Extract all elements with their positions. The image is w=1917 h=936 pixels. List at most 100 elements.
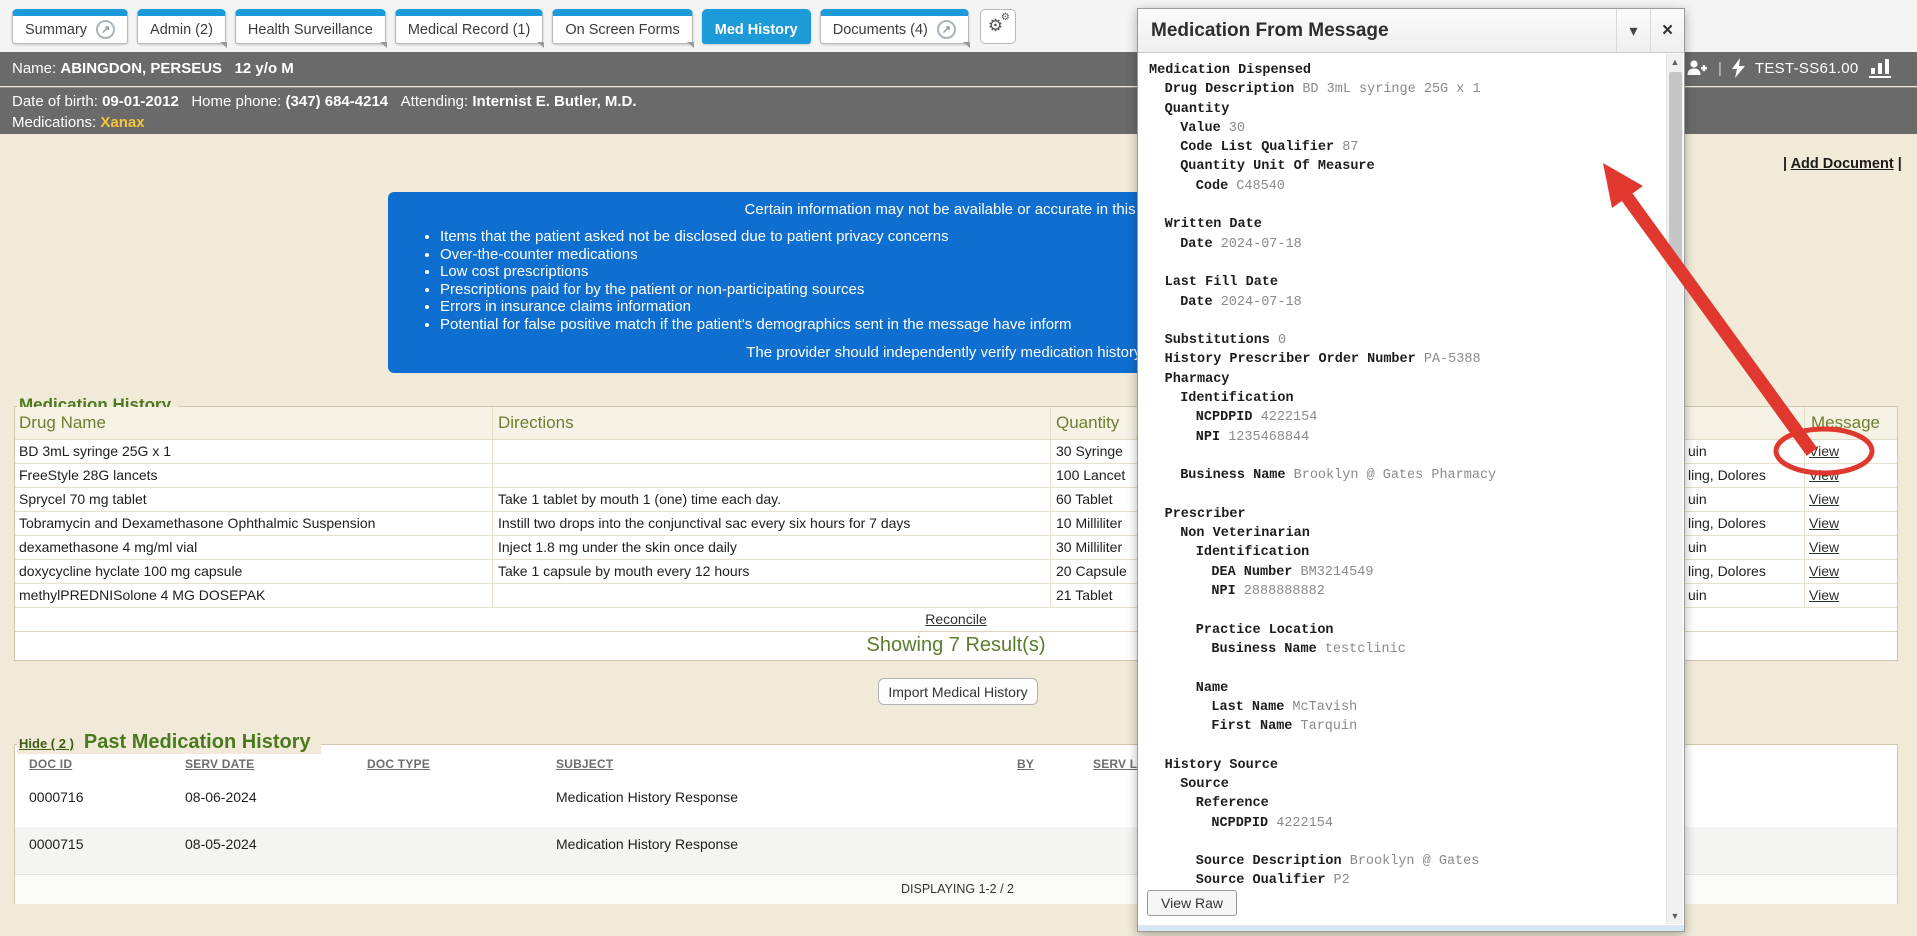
modal-text-line: Code List Qualifier 87 bbox=[1138, 140, 1666, 159]
modal-title-bar: Medication From Message ▾ × bbox=[1138, 9, 1684, 53]
doc-id-cell: 0000715 bbox=[29, 836, 84, 852]
separator: | bbox=[1718, 60, 1722, 77]
pipe: | bbox=[1894, 156, 1902, 172]
bar-chart-icon[interactable] bbox=[1869, 59, 1891, 78]
tab-documents-4[interactable]: Documents (4)↗ bbox=[820, 9, 969, 44]
modal-field-label: NPI bbox=[1196, 430, 1220, 445]
quantity-cell: 21 Tablet bbox=[1056, 587, 1113, 603]
station-id: TEST-SS61.00 bbox=[1755, 60, 1859, 77]
modal-text-line bbox=[1138, 603, 1666, 622]
add-document-link[interactable]: Add Document bbox=[1791, 156, 1894, 172]
lightning-icon[interactable] bbox=[1732, 58, 1745, 78]
past-column-header-by[interactable]: BY bbox=[1017, 757, 1034, 771]
reconcile-link[interactable]: Reconcile bbox=[925, 611, 986, 627]
tab-admin-2[interactable]: Admin (2) bbox=[137, 9, 226, 44]
tab-label: Documents (4) bbox=[833, 22, 928, 38]
modal-field-label: Code bbox=[1196, 179, 1228, 194]
modal-text-line: Source Description Brooklyn @ Gates bbox=[1138, 854, 1666, 873]
modal-body-text: Medication Dispensed Drug Description BD … bbox=[1138, 54, 1666, 883]
view-message-link[interactable]: View bbox=[1809, 515, 1839, 531]
modal-field-value: 2024-07-18 bbox=[1213, 295, 1302, 310]
modal-text-line: Name bbox=[1138, 681, 1666, 700]
modal-field-label: Substitutions bbox=[1165, 333, 1270, 348]
modal-text-line bbox=[1138, 198, 1666, 217]
modal-scrollbar[interactable]: ▲ ▼ bbox=[1666, 54, 1683, 924]
prescriber-partial-cell: uin bbox=[1688, 491, 1707, 507]
view-message-link[interactable]: View bbox=[1809, 563, 1839, 579]
tab-label: Health Surveillance bbox=[248, 22, 373, 38]
chevron-down-icon: ▾ bbox=[1629, 21, 1637, 41]
modal-close-button[interactable]: × bbox=[1650, 9, 1684, 52]
modal-field-label: Value bbox=[1180, 121, 1221, 136]
view-message-link[interactable]: View bbox=[1809, 467, 1839, 483]
dob-label: Date of birth: bbox=[12, 93, 98, 110]
modal-text-line: Drug Description BD 3mL syringe 25G x 1 bbox=[1138, 82, 1666, 101]
past-column-header-doc-id[interactable]: DOC ID bbox=[29, 757, 72, 771]
quantity-cell: 60 Tablet bbox=[1056, 491, 1113, 507]
quantity-cell: 30 Milliliter bbox=[1056, 539, 1122, 555]
modal-text-line: Last Name McTavish bbox=[1138, 700, 1666, 719]
modal-field-label: Medication Dispensed bbox=[1149, 63, 1311, 78]
view-raw-button[interactable]: View Raw bbox=[1147, 890, 1237, 916]
modal-text-line bbox=[1138, 661, 1666, 680]
directions-cell: Take 1 tablet by mouth 1 (one) time each… bbox=[498, 491, 781, 507]
prescriber-partial-cell: ling, Dolores bbox=[1688, 515, 1766, 531]
modal-field-label: Source Qualifier bbox=[1196, 873, 1326, 883]
view-message-link[interactable]: View bbox=[1809, 539, 1839, 555]
modal-text-line: Business Name Brooklyn @ Gates Pharmacy bbox=[1138, 468, 1666, 487]
modal-text-line: Reference bbox=[1138, 796, 1666, 815]
modal-field-value: C48540 bbox=[1228, 179, 1285, 194]
modal-footer: View Raw bbox=[1138, 885, 1684, 925]
medications-value[interactable]: Xanax bbox=[100, 114, 144, 131]
modal-field-value: 2888888882 bbox=[1236, 584, 1325, 599]
modal-field-label: NCPDPID bbox=[1196, 410, 1253, 425]
modal-field-label: Source Description bbox=[1196, 854, 1342, 869]
modal-text-line: Value 30 bbox=[1138, 121, 1666, 140]
modal-field-label: NPI bbox=[1211, 584, 1235, 599]
modal-text-line: Quantity Unit Of Measure bbox=[1138, 159, 1666, 178]
tab-summary[interactable]: Summary↗ bbox=[12, 9, 128, 44]
modal-field-label: History Source bbox=[1165, 758, 1278, 773]
modal-field-label: Date bbox=[1180, 237, 1212, 252]
modal-text-line: Written Date bbox=[1138, 217, 1666, 236]
tab-med-history[interactable]: Med History bbox=[702, 9, 811, 44]
past-column-header-subject[interactable]: SUBJECT bbox=[556, 757, 613, 771]
view-message-link[interactable]: View bbox=[1809, 491, 1839, 507]
column-header-message: Message bbox=[1811, 413, 1880, 433]
modal-field-label: Last Name bbox=[1211, 700, 1284, 715]
modal-text-line: Substitutions 0 bbox=[1138, 333, 1666, 352]
modal-text-line: Non Veterinarian bbox=[1138, 526, 1666, 545]
modal-text-line: Business Name testclinic bbox=[1138, 642, 1666, 661]
tab-bar: Summary↗ Admin (2) Health Surveillance Medi… bbox=[12, 9, 1016, 44]
patient-name-line: Name: ABINGDON, PERSEUS 12 y/o M bbox=[12, 60, 294, 77]
scrollbar-up-arrow[interactable]: ▲ bbox=[1667, 54, 1683, 70]
quantity-cell: 20 Capsule bbox=[1056, 563, 1127, 579]
attending-label: Attending: bbox=[401, 93, 469, 110]
tab-health-surveillance[interactable]: Health Surveillance bbox=[235, 9, 386, 44]
add-person-icon[interactable] bbox=[1686, 59, 1708, 77]
past-column-header-doc-type[interactable]: DOC TYPE bbox=[367, 757, 430, 771]
scrollbar-down-arrow[interactable]: ▼ bbox=[1667, 908, 1683, 924]
modal-field-value: Brooklyn @ Gates bbox=[1342, 854, 1480, 869]
modal-field-value: 4222154 bbox=[1253, 410, 1318, 425]
modal-text-line: Date 2024-07-18 bbox=[1138, 295, 1666, 314]
modal-bottom-strip bbox=[1138, 925, 1684, 931]
phone-value: (347) 684-4214 bbox=[286, 93, 389, 110]
tab-medical-record-1[interactable]: Medical Record (1) bbox=[395, 9, 544, 44]
import-medical-history-button[interactable]: Import Medical History bbox=[878, 678, 1038, 705]
modal-dropdown-button[interactable]: ▾ bbox=[1616, 9, 1650, 52]
past-column-header-serv-date[interactable]: SERV DATE bbox=[185, 757, 254, 771]
modal-text-line: Prescriber bbox=[1138, 507, 1666, 526]
add-document: | Add Document | bbox=[1783, 156, 1902, 172]
modal-text-line bbox=[1138, 835, 1666, 854]
modal-text-line: NCPDPID 4222154 bbox=[1138, 816, 1666, 835]
drug-name-cell: dexamethasone 4 mg/ml vial bbox=[19, 539, 197, 555]
scrollbar-thumb[interactable] bbox=[1669, 72, 1682, 267]
tab-on-screen-forms[interactable]: On Screen Forms bbox=[552, 9, 692, 44]
modal-text-line: DEA Number BM3214549 bbox=[1138, 565, 1666, 584]
settings-gear-button[interactable]: ⚙⚙ bbox=[980, 9, 1016, 44]
view-message-link[interactable]: View bbox=[1809, 443, 1839, 459]
modal-text-line bbox=[1138, 738, 1666, 757]
hide-link[interactable]: Hide ( 2 ) bbox=[19, 736, 74, 751]
view-message-link[interactable]: View bbox=[1809, 587, 1839, 603]
